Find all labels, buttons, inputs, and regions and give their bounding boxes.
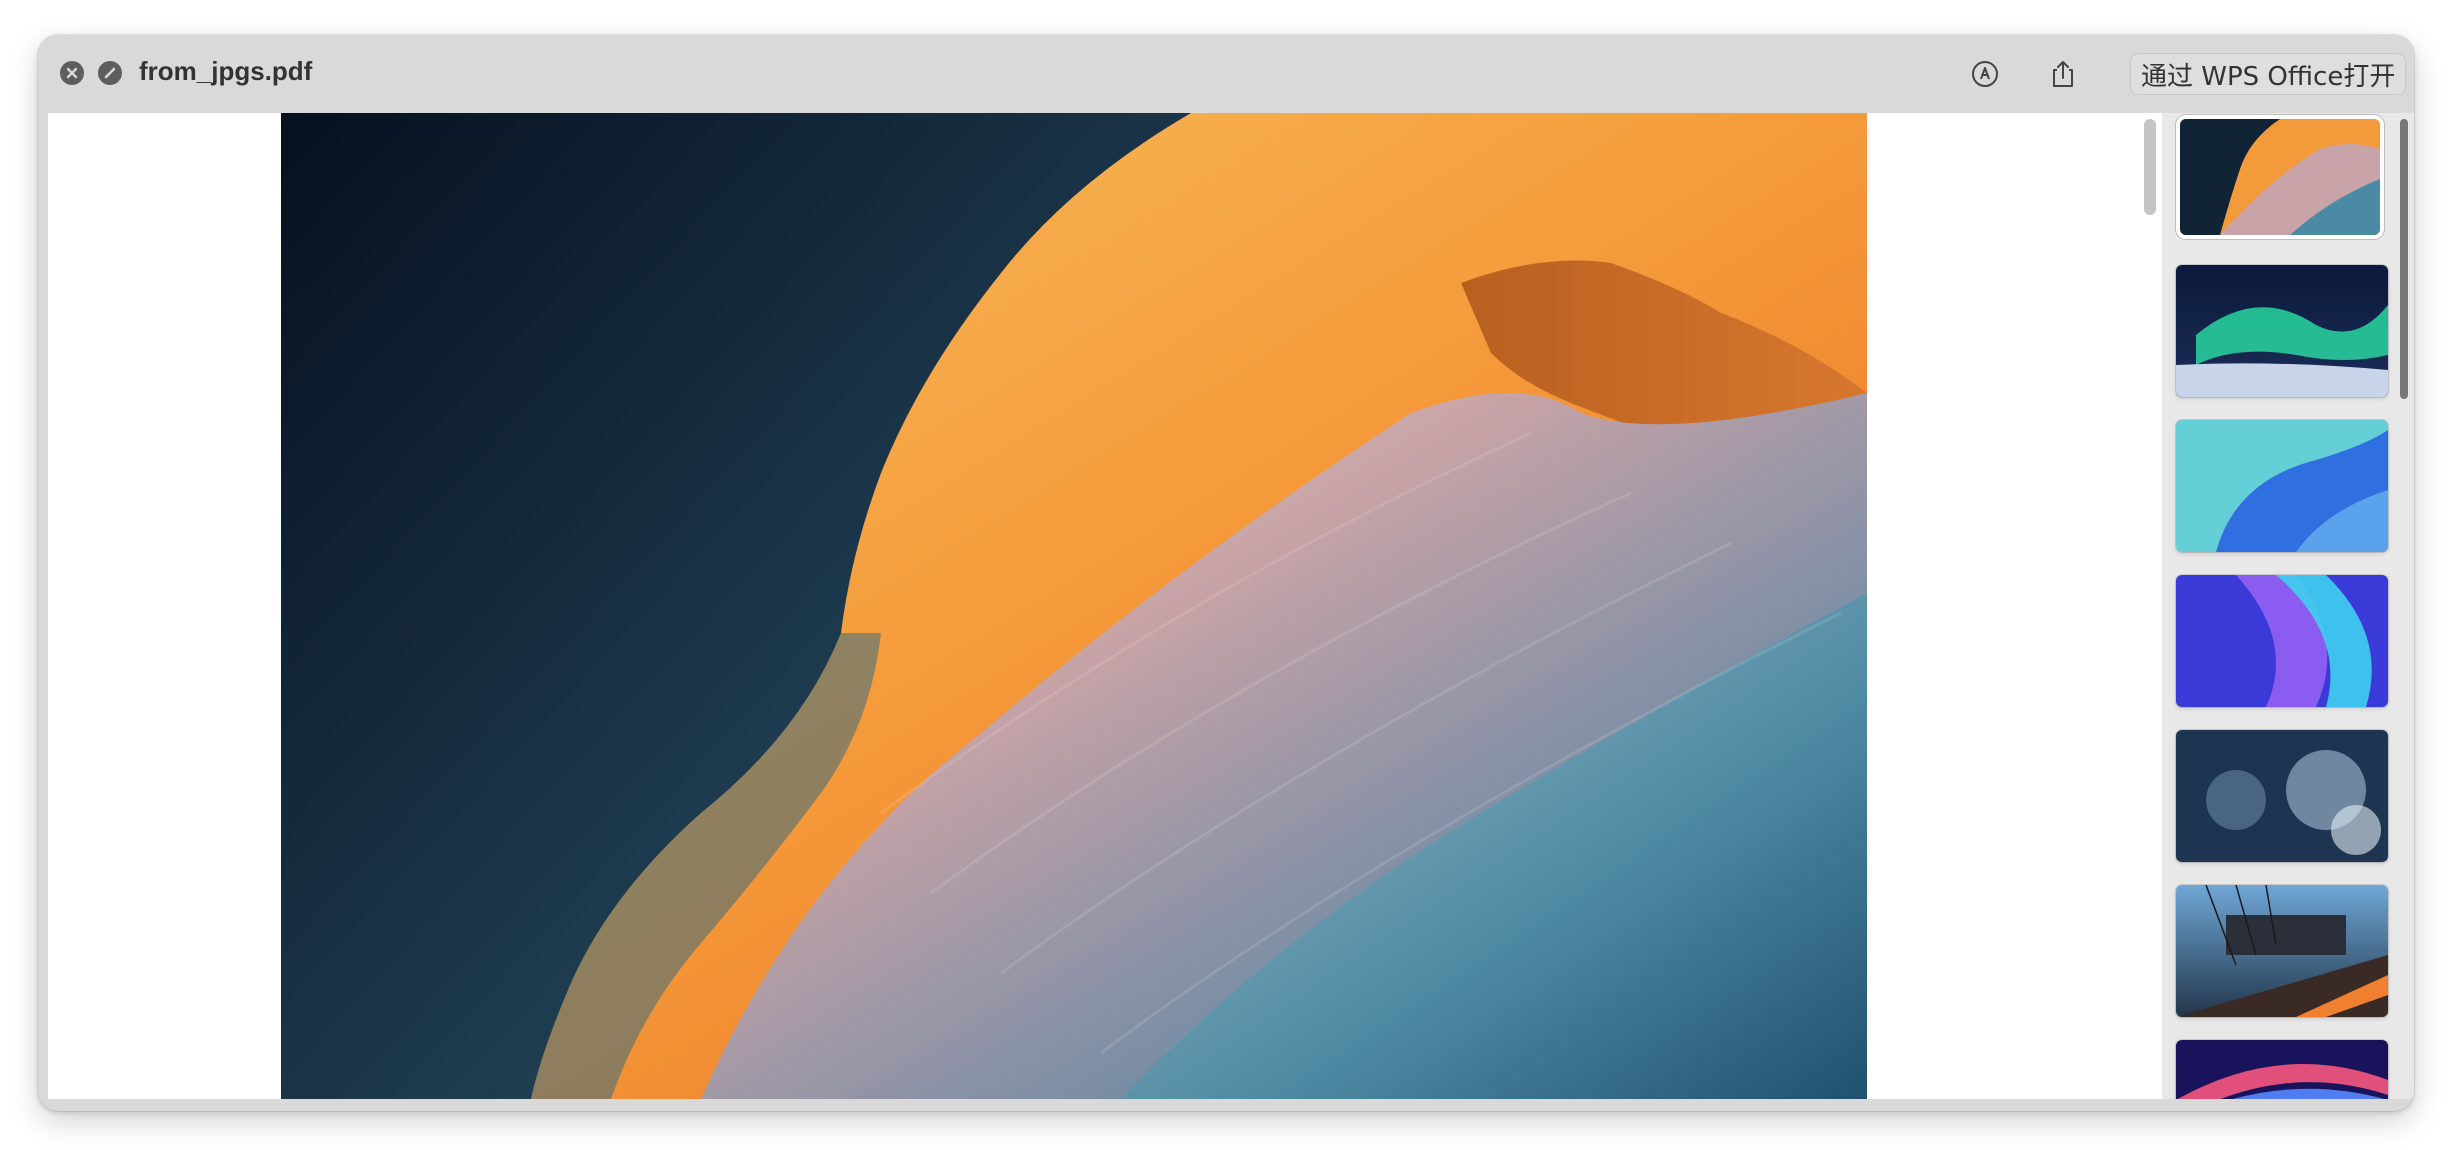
thumbnail-3[interactable] xyxy=(2176,420,2388,552)
document-viewer[interactable] xyxy=(48,113,2162,1099)
window-title: from_jpgs.pdf xyxy=(139,56,313,86)
thumbnail-2[interactable] xyxy=(2176,265,2388,397)
markup-icon xyxy=(1972,61,1998,87)
page-image xyxy=(281,113,1867,1099)
markup-button[interactable] xyxy=(1968,57,2002,91)
thumbnail-7[interactable] xyxy=(2176,1040,2388,1099)
thumbnail-1[interactable] xyxy=(2180,119,2380,235)
titlebar: from_jpgs.pdf 通过 WPS Office打开 xyxy=(38,35,2414,113)
sidebar-scrollbar[interactable] xyxy=(2400,119,2408,399)
share-icon xyxy=(2053,61,2073,87)
preview-window: from_jpgs.pdf 通过 WPS Office打开 xyxy=(38,35,2414,1111)
fullscreen-button[interactable] xyxy=(98,61,122,85)
thumbnail-5[interactable] xyxy=(2176,730,2388,862)
thumbnail-6[interactable] xyxy=(2176,885,2388,1017)
close-button[interactable] xyxy=(60,61,84,85)
close-icon xyxy=(66,67,78,79)
thumbnail-sidebar[interactable] xyxy=(2162,113,2414,1099)
share-button[interactable] xyxy=(2046,57,2080,91)
thumbnail-4[interactable] xyxy=(2176,575,2388,707)
open-with-wps-button[interactable]: 通过 WPS Office打开 xyxy=(2130,53,2407,95)
main-scrollbar[interactable] xyxy=(2144,119,2156,215)
fullscreen-icon xyxy=(104,67,116,79)
